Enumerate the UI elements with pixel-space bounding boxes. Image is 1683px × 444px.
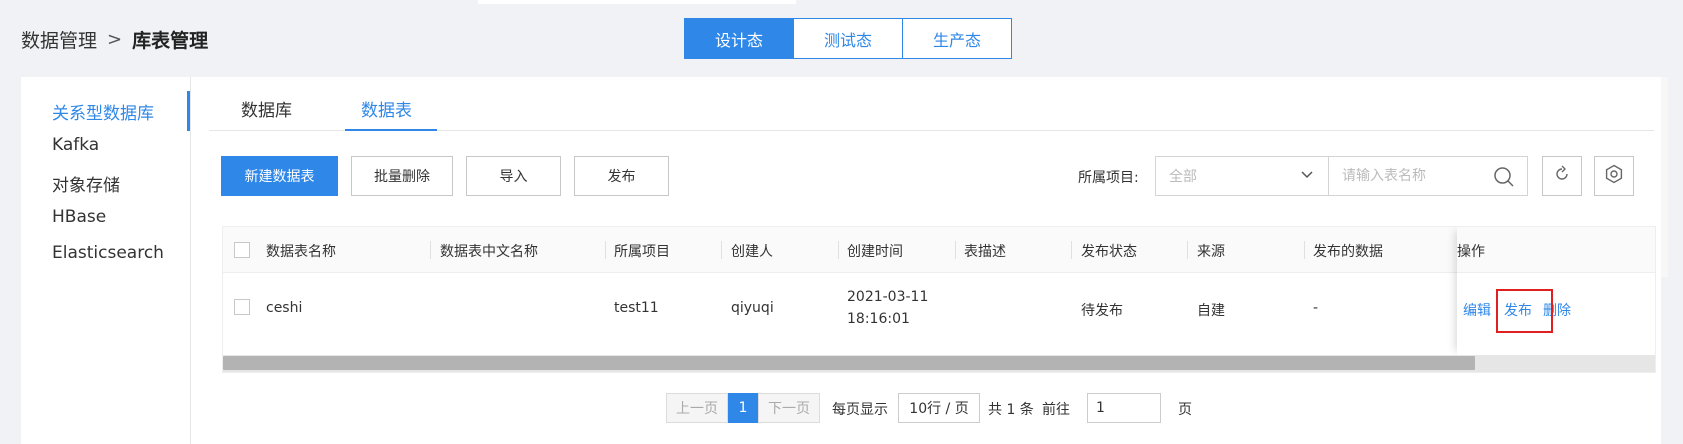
- tab-database[interactable]: 数据库: [241, 96, 292, 121]
- col-creator: 创建人: [731, 244, 773, 260]
- col-divider: [721, 241, 722, 259]
- env-tab-test[interactable]: 测试态: [793, 18, 903, 59]
- breadcrumb-parent[interactable]: 数据管理: [21, 26, 97, 53]
- cell-published: -: [1313, 300, 1319, 316]
- project-filter-label: 所属项目:: [1078, 170, 1139, 186]
- settings-button[interactable]: [1594, 156, 1634, 196]
- sidebar-item-elasticsearch[interactable]: Elasticsearch: [52, 243, 164, 263]
- tab-active-underline: [345, 129, 437, 131]
- gear-icon: [1604, 164, 1624, 188]
- col-divider: [1304, 241, 1305, 259]
- col-divider: [838, 241, 839, 259]
- top-stub: [478, 0, 796, 4]
- project-select[interactable]: 全部: [1155, 156, 1329, 196]
- scrollbar-thumb[interactable]: [223, 356, 1475, 370]
- search-icon[interactable]: [1493, 166, 1515, 192]
- per-page-label: 每页显示: [832, 402, 888, 418]
- col-divider: [1071, 241, 1072, 259]
- data-table: 数据表名称 数据表中文名称 所属项目 创建人 创建时间 表描述 发布状态 来源 …: [222, 226, 1656, 373]
- cell-table-name: ceshi: [266, 300, 303, 316]
- highlight-box: [1496, 289, 1553, 333]
- refresh-button[interactable]: [1542, 156, 1582, 196]
- breadcrumb: 数据管理 > 库表管理: [21, 26, 208, 53]
- prev-page-button[interactable]: 上一页: [666, 393, 728, 423]
- col-divider: [1187, 241, 1188, 259]
- refresh-icon: [1553, 165, 1571, 187]
- total-count: 共 1 条: [988, 402, 1034, 418]
- goto-page-input[interactable]: [1087, 393, 1161, 423]
- tab-datatable[interactable]: 数据表: [361, 96, 412, 121]
- col-created-time: 创建时间: [847, 244, 903, 260]
- actions-column: 操作: [1457, 227, 1655, 355]
- page-number-current[interactable]: 1: [728, 393, 758, 423]
- import-button[interactable]: 导入: [466, 156, 561, 196]
- table-search: [1328, 156, 1528, 196]
- sidebar-active-indicator: [187, 91, 190, 131]
- col-divider: [955, 241, 956, 259]
- col-project: 所属项目: [614, 244, 670, 260]
- page-suffix: 页: [1178, 402, 1192, 418]
- cell-status: 待发布: [1081, 303, 1123, 319]
- cell-creator: qiyuqi: [731, 300, 774, 316]
- new-table-button[interactable]: 新建数据表: [221, 156, 338, 196]
- chevron-down-icon: [1300, 168, 1314, 186]
- col-cn-name: 数据表中文名称: [440, 244, 538, 260]
- next-page-button[interactable]: 下一页: [758, 393, 820, 423]
- col-status: 发布状态: [1081, 244, 1137, 260]
- sub-tabs: 数据库 数据表: [209, 77, 1654, 131]
- cell-project: test11: [614, 300, 659, 316]
- goto-label: 前往: [1042, 402, 1070, 418]
- cell-created-date: 2021-03-11: [847, 289, 929, 305]
- col-description: 表描述: [964, 244, 1006, 260]
- table-header: 数据表名称 数据表中文名称 所属项目 创建人 创建时间 表描述 发布状态 来源 …: [223, 227, 1655, 273]
- env-tab-design[interactable]: 设计态: [684, 18, 794, 59]
- per-page-select[interactable]: 10行 / 页: [898, 393, 980, 423]
- breadcrumb-current: 库表管理: [132, 30, 209, 52]
- batch-delete-button[interactable]: 批量删除: [351, 156, 453, 196]
- project-select-value: 全部: [1169, 169, 1197, 185]
- edit-link[interactable]: 编辑: [1463, 300, 1491, 320]
- breadcrumb-separator: >: [107, 29, 123, 50]
- page-scrollbar[interactable]: [1661, 77, 1668, 277]
- sidebar-item-hbase[interactable]: HBase: [52, 207, 106, 227]
- env-tab-production[interactable]: 生产态: [902, 18, 1012, 59]
- col-divider: [430, 241, 431, 259]
- sidebar-item-kafka[interactable]: Kafka: [52, 135, 99, 155]
- col-source: 来源: [1197, 244, 1225, 260]
- col-published: 发布的数据: [1313, 244, 1383, 260]
- row-checkbox[interactable]: [234, 299, 250, 315]
- main-card: 关系型数据库 Kafka 对象存储 HBase Elasticsearch 数据…: [21, 77, 1661, 444]
- sidebar: 关系型数据库 Kafka 对象存储 HBase Elasticsearch: [21, 77, 191, 444]
- col-table-name: 数据表名称: [266, 244, 336, 260]
- actions-column-header: 操作: [1457, 227, 1655, 273]
- col-actions: 操作: [1457, 244, 1485, 260]
- publish-button[interactable]: 发布: [574, 156, 669, 196]
- select-all-checkbox[interactable]: [234, 242, 250, 258]
- sidebar-item-relational-db[interactable]: 关系型数据库: [52, 99, 154, 124]
- col-divider: [605, 241, 606, 259]
- env-tabs: 设计态 测试态 生产态: [684, 18, 1012, 59]
- sidebar-item-object-storage[interactable]: 对象存储: [52, 171, 120, 196]
- cell-source: 自建: [1197, 303, 1225, 319]
- cell-created-time: 18:16:01: [847, 311, 910, 327]
- horizontal-scrollbar[interactable]: [223, 355, 1655, 372]
- table-search-input[interactable]: [1329, 158, 1489, 194]
